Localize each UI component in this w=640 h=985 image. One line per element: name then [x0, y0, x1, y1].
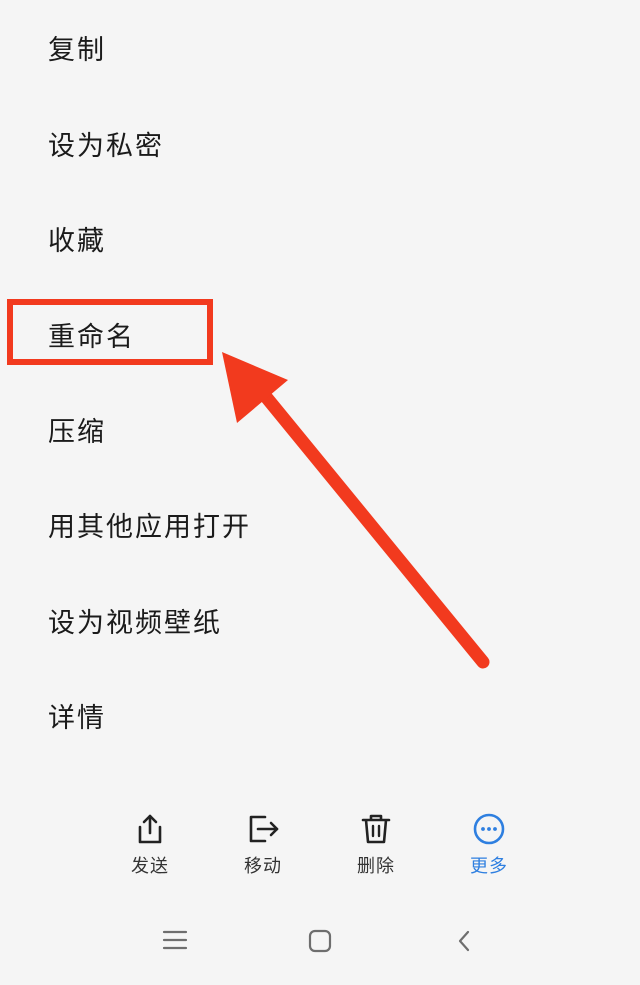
menu-item-set-video-wallpaper[interactable]: 设为视频壁纸 [48, 604, 222, 644]
move-icon [249, 815, 279, 843]
nav-back-button[interactable] [444, 929, 484, 963]
menu-item-open-with[interactable]: 用其他应用打开 [48, 508, 251, 548]
system-nav-bar [0, 915, 640, 975]
nav-home-button[interactable] [300, 929, 340, 963]
send-button[interactable]: 发送 [100, 808, 200, 878]
delete-button[interactable]: 删除 [326, 808, 426, 878]
menu-lines-icon [162, 930, 188, 950]
more-icon [473, 813, 505, 845]
move-label: 移动 [244, 856, 282, 877]
move-button[interactable]: 移动 [213, 808, 313, 878]
delete-label: 删除 [357, 856, 395, 877]
send-label: 发送 [131, 856, 169, 877]
bottom-toolbar: 发送 移动 删除 更多 [0, 808, 640, 888]
trash-icon [361, 814, 391, 844]
menu-item-set-private[interactable]: 设为私密 [48, 127, 164, 167]
share-icon [138, 814, 162, 844]
back-chevron-icon [458, 930, 470, 952]
more-button[interactable]: 更多 [439, 808, 539, 878]
home-square-icon [308, 929, 332, 953]
bottom-sheet: 复制 设为私密 收藏 重命名 压缩 用其他应用打开 设为视频壁纸 详情 发送 移… [0, 0, 640, 985]
annotation-highlight-box [7, 299, 213, 365]
menu-item-compress[interactable]: 压缩 [48, 413, 106, 453]
nav-menu-button[interactable] [155, 929, 195, 963]
menu-item-details[interactable]: 详情 [48, 699, 106, 739]
menu-item-copy[interactable]: 复制 [48, 31, 106, 71]
menu-item-favorite[interactable]: 收藏 [48, 222, 106, 262]
more-label: 更多 [470, 856, 508, 877]
